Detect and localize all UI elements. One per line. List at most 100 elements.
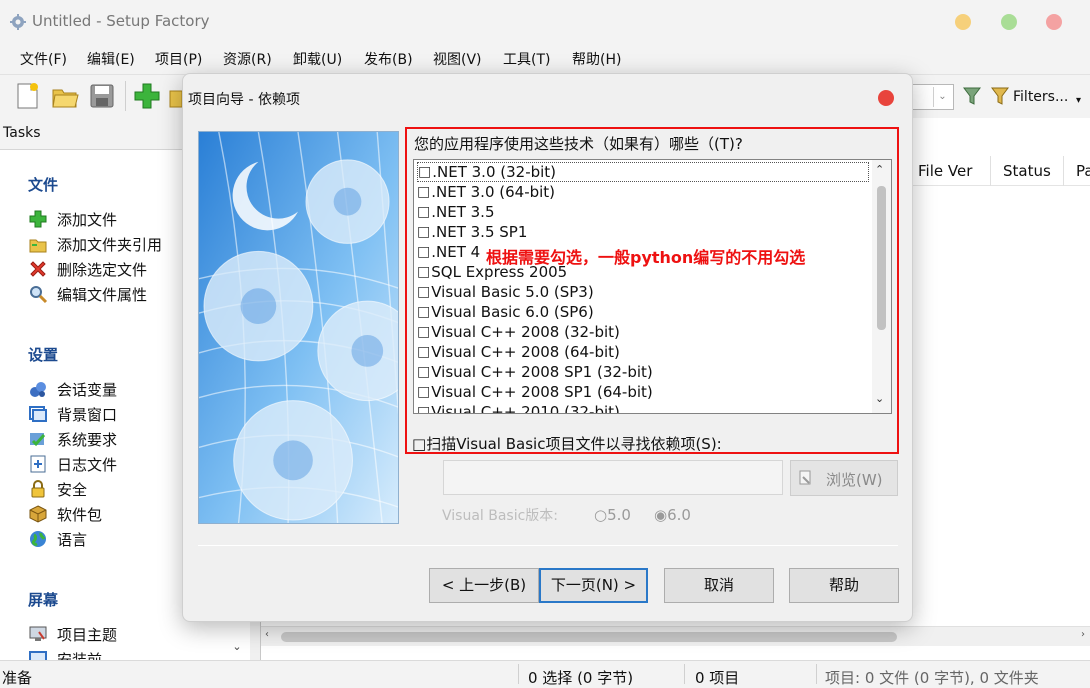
column-status[interactable]: Status [1003, 162, 1051, 180]
close-button[interactable] [1046, 14, 1062, 30]
next-button[interactable]: 下一页(N) > [539, 568, 648, 603]
chevron-down-icon[interactable]: ⌄ [933, 87, 951, 107]
task-security[interactable]: 安全 [28, 478, 87, 500]
task-edit-file-properties[interactable]: 编辑文件属性 [28, 283, 147, 305]
scrollbar-thumb[interactable] [281, 632, 897, 642]
dialog-divider [198, 545, 898, 546]
filters-button[interactable]: Filters... [1013, 89, 1068, 105]
screen-icon [29, 651, 47, 660]
task-before-install[interactable]: 安装前 [28, 648, 102, 660]
menu-view[interactable]: 视图(V) [433, 49, 482, 69]
menu-file[interactable]: 文件(F) [20, 49, 67, 69]
technology-option[interactable]: □ Visual C++ 2010 (32-bit) [417, 402, 620, 413]
vb-project-path-input[interactable] [443, 460, 783, 495]
scroll-down-icon[interactable]: ⌄ [228, 640, 246, 658]
task-add-files[interactable]: 添加文件 [28, 208, 117, 230]
cancel-button[interactable]: 取消 [664, 568, 774, 603]
menu-project[interactable]: 项目(P) [155, 49, 202, 69]
save-icon[interactable] [87, 81, 117, 111]
folder-reference-icon[interactable] [168, 81, 182, 111]
task-add-folder-reference[interactable]: 添加文件夹引用 [28, 233, 162, 255]
checkbox-icon[interactable]: □ [417, 264, 430, 280]
folder-add-icon [29, 239, 47, 253]
green-plus-icon [29, 210, 47, 228]
checkbox-icon[interactable]: □ [417, 364, 430, 380]
new-project-icon[interactable] [12, 81, 42, 111]
toolbar-dropdown[interactable]: ⌄ [912, 84, 954, 110]
technologies-question-label: 您的应用程序使用这些技术（如果有）哪些（(T)? [414, 135, 743, 153]
technology-option[interactable]: □ Visual C++ 2008 (32-bit) [417, 322, 620, 342]
checkbox-icon[interactable]: □ [417, 204, 430, 220]
chevron-down-icon[interactable]: ⌄ [875, 392, 884, 405]
checkbox-icon[interactable]: □ [417, 384, 430, 400]
scroll-left-icon[interactable]: ‹ [265, 629, 269, 640]
technology-option[interactable]: □ .NET 3.5 [417, 202, 495, 222]
checkbox-icon[interactable]: □ [417, 244, 430, 260]
filter-settings-icon[interactable] [990, 85, 1010, 107]
checkbox-icon[interactable]: □ [417, 344, 430, 360]
scan-vb-project-checkbox[interactable]: □扫描Visual Basic项目文件以寻找依赖项(S): [412, 433, 722, 454]
checkbox-icon[interactable]: □ [417, 404, 430, 413]
checkbox-icon[interactable]: □ [417, 284, 430, 300]
menu-edit[interactable]: 编辑(E) [87, 49, 135, 69]
listbox-scrollbar[interactable]: ⌃ ⌄ [872, 160, 891, 413]
status-ready: 准备 [2, 669, 33, 687]
task-log-file[interactable]: 日志文件 [28, 453, 117, 475]
task-delete-files[interactable]: 删除选定文件 [28, 258, 147, 280]
minimize-button[interactable] [955, 14, 971, 30]
browse-button[interactable]: 浏览(W) [790, 460, 898, 496]
chevron-up-icon[interactable]: ⌃ [875, 163, 884, 176]
maximize-button[interactable] [1001, 14, 1017, 30]
status-selection: 0 选择 (0 字节) [528, 669, 634, 687]
menu-help[interactable]: 帮助(H) [572, 49, 621, 69]
annotation-note: 根据需要勾选，一般python编写的不用勾选 [486, 248, 806, 267]
checkbox-icon[interactable]: □ [417, 304, 430, 320]
technology-option[interactable]: □ Visual C++ 2008 SP1 (64-bit) [417, 382, 653, 402]
dialog-title: 项目向导 - 依赖项 [188, 92, 300, 108]
technology-option[interactable]: □ Visual C++ 2008 (64-bit) [417, 342, 620, 362]
wizard-banner-image [198, 131, 399, 524]
menu-tools[interactable]: 工具(T) [503, 49, 550, 69]
task-language[interactable]: 语言 [28, 528, 87, 550]
task-background-window[interactable]: 背景窗口 [28, 403, 117, 425]
technology-option[interactable]: □ .NET 3.0 (64-bit) [417, 182, 555, 202]
checkbox-icon[interactable]: □ [417, 324, 430, 340]
technology-option[interactable]: □ Visual Basic 5.0 (SP3) [417, 282, 594, 302]
column-path[interactable]: Pa [1076, 162, 1090, 180]
vb-version-radio-6[interactable]: ◉6.0 [654, 506, 691, 524]
column-file-version[interactable]: File Ver [918, 162, 972, 180]
open-project-icon[interactable] [50, 81, 80, 111]
technology-option[interactable]: □ Visual C++ 2008 SP1 (32-bit) [417, 362, 653, 382]
technology-option[interactable]: □ .NET 3.5 SP1 [417, 222, 527, 242]
dialog-close-button[interactable] [878, 90, 894, 106]
menu-publish[interactable]: 发布(B) [364, 49, 413, 69]
add-icon[interactable] [132, 81, 162, 111]
horizontal-scrollbar[interactable]: ‹ › [261, 626, 1090, 646]
group-title-screens: 屏幕 [28, 591, 59, 609]
menu-uninstall[interactable]: 卸载(U) [293, 49, 342, 69]
technologies-listbox[interactable]: □ .NET 3.0 (32-bit) □ .NET 3.0 (64-bit) □.… [413, 159, 892, 414]
checkbox-icon[interactable]: □ [418, 164, 431, 180]
task-packages[interactable]: 软件包 [28, 503, 102, 525]
back-button[interactable]: < 上一步(B) [429, 568, 539, 603]
task-project-theme[interactable]: 项目主题 [28, 623, 117, 645]
lock-icon [31, 480, 45, 498]
task-system-requirements[interactable]: 系统要求 [28, 428, 117, 450]
scroll-right-icon[interactable]: › [1081, 629, 1085, 640]
help-button[interactable]: 帮助 [789, 568, 899, 603]
tasks-title: Tasks [3, 125, 41, 141]
technology-option[interactable]: □ .NET 4 [417, 242, 480, 262]
checkbox-icon[interactable]: □ [412, 435, 426, 453]
task-session-variables[interactable]: 会话变量 [28, 378, 117, 400]
browse-icon [799, 470, 811, 485]
menu-resources[interactable]: 资源(R) [223, 49, 272, 69]
checkbox-icon[interactable]: □ [417, 184, 430, 200]
technology-option[interactable]: □ .NET 3.0 (32-bit) [417, 162, 869, 182]
group-title-files: 文件 [28, 176, 59, 194]
technology-option[interactable]: □ Visual Basic 6.0 (SP6) [417, 302, 594, 322]
vb-version-radio-5[interactable]: ○5.0 [594, 506, 631, 524]
checkbox-icon[interactable]: □ [417, 224, 430, 240]
filter-icon[interactable] [962, 85, 982, 107]
filters-dropdown-icon[interactable]: ▾ [1076, 95, 1081, 106]
listbox-scroll-thumb[interactable] [877, 186, 886, 330]
